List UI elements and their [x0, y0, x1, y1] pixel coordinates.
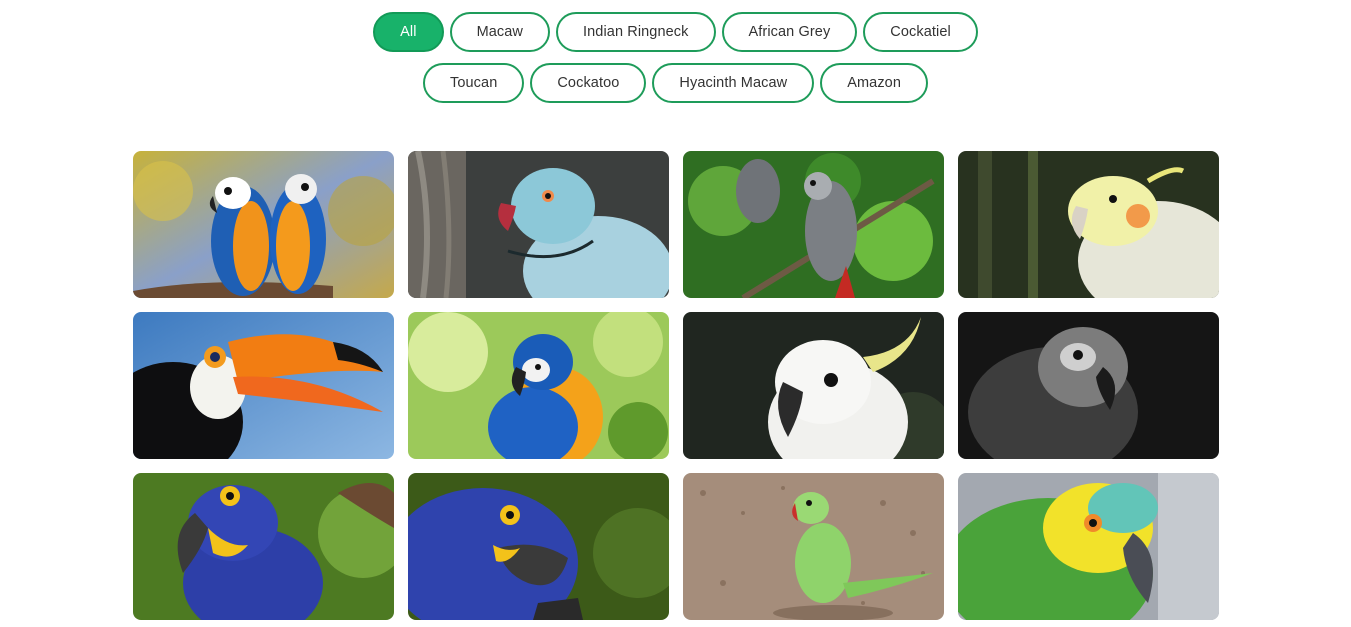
filter-african-grey-button[interactable]: African Grey	[721, 12, 858, 52]
toucan-photo	[133, 312, 394, 459]
filter-row-1: All Macaw Indian Ringneck African Grey C…	[0, 12, 1351, 52]
filter-macaw-button[interactable]: Macaw	[449, 12, 551, 52]
gallery-item-blue-gold-macaw[interactable]	[408, 312, 669, 459]
hyacinth-macaw-closeup-photo	[408, 473, 669, 620]
african-grey-branch-photo	[683, 151, 944, 298]
indian-ringneck-green-photo	[683, 473, 944, 620]
gallery-item-indian-ringneck-blue[interactable]	[408, 151, 669, 298]
hyacinth-macaw-photo	[133, 473, 394, 620]
bird-gallery	[133, 151, 1219, 620]
filter-hyacinth-macaw-button[interactable]: Hyacinth Macaw	[652, 63, 815, 103]
amazon-parrot-photo	[958, 473, 1219, 620]
filter-indian-ringneck-button[interactable]: Indian Ringneck	[556, 12, 716, 52]
gallery-item-african-grey-dark[interactable]	[958, 312, 1219, 459]
gallery-item-indian-ringneck-green[interactable]	[683, 473, 944, 620]
blue-gold-macaw-photo	[408, 312, 669, 459]
filter-bar: All Macaw Indian Ringneck African Grey C…	[0, 12, 1351, 114]
filter-amazon-button[interactable]: Amazon	[820, 63, 928, 103]
cockatoo-photo	[683, 312, 944, 459]
gallery-item-african-grey-branch[interactable]	[683, 151, 944, 298]
gallery-item-hyacinth-macaw-closeup[interactable]	[408, 473, 669, 620]
gallery-item-amazon-parrot[interactable]	[958, 473, 1219, 620]
gallery-item-hyacinth-macaw[interactable]	[133, 473, 394, 620]
filter-cockatiel-button[interactable]: Cockatiel	[863, 12, 978, 52]
filter-all-button[interactable]: All	[373, 12, 444, 52]
gallery-item-macaw-pair[interactable]	[133, 151, 394, 298]
african-grey-dark-photo	[958, 312, 1219, 459]
macaw-pair-photo	[133, 151, 394, 298]
filter-cockatoo-button[interactable]: Cockatoo	[530, 63, 647, 103]
gallery-item-cockatiel[interactable]	[958, 151, 1219, 298]
gallery-item-cockatoo[interactable]	[683, 312, 944, 459]
cockatiel-photo	[958, 151, 1219, 298]
filter-toucan-button[interactable]: Toucan	[423, 63, 525, 103]
indian-ringneck-blue-photo	[408, 151, 669, 298]
filter-row-2: Toucan Cockatoo Hyacinth Macaw Amazon	[0, 63, 1351, 103]
gallery-item-toucan[interactable]	[133, 312, 394, 459]
